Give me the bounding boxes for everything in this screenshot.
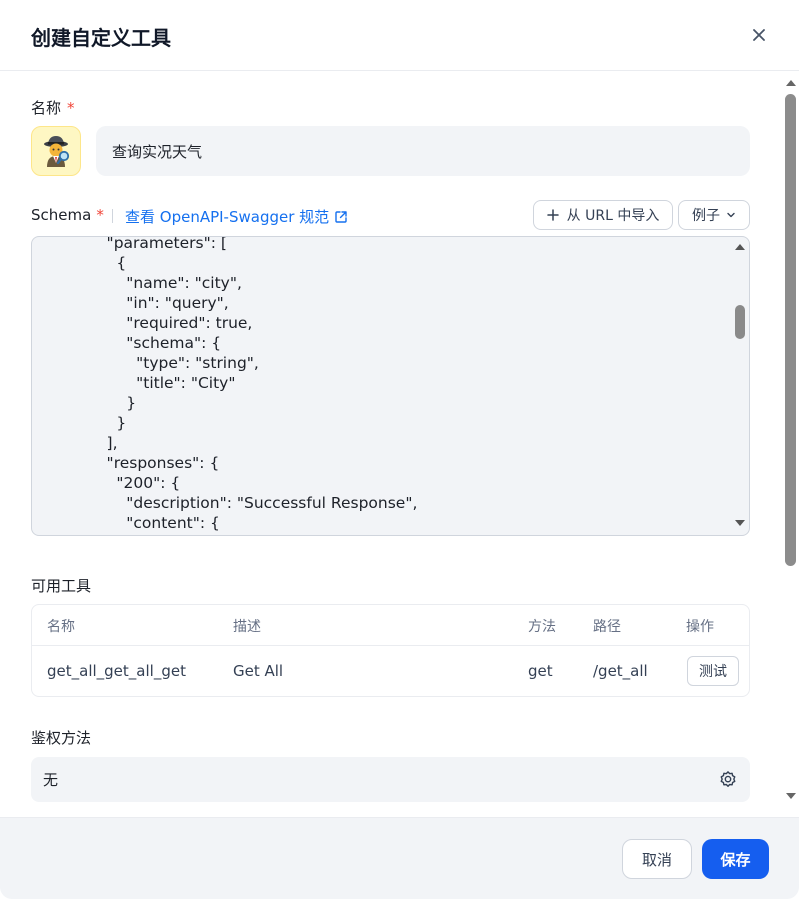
name-label: 名称 * xyxy=(31,99,75,117)
test-button[interactable]: 测试 xyxy=(687,656,739,686)
column-name: 名称 xyxy=(47,619,75,635)
plus-icon xyxy=(546,209,559,221)
tools-table: 名称 描述 方法 路径 操作 get_all_get_all_get Get A… xyxy=(31,604,750,697)
tool-description-cell: Get All xyxy=(233,662,284,680)
import-from-url-button[interactable]: 从 URL 中导入 xyxy=(533,200,673,230)
column-action: 操作 xyxy=(686,619,714,635)
schema-code[interactable]: "parameters": [ { "name": "city", "in": … xyxy=(77,237,418,533)
tool-method-cell: get xyxy=(528,662,553,680)
auth-method-value: 无 xyxy=(43,771,59,789)
scroll-up-arrow[interactable] xyxy=(786,80,796,86)
openapi-spec-link[interactable]: 查看 OpenAPI-Swagger 规范 xyxy=(125,206,348,227)
save-button[interactable]: 保存 xyxy=(702,839,769,879)
column-path: 路径 xyxy=(593,619,621,635)
column-method: 方法 xyxy=(528,619,556,635)
scroll-thumb[interactable] xyxy=(785,94,796,566)
example-dropdown[interactable]: 例子 xyxy=(678,200,750,230)
auth-method-label: 鉴权方法 xyxy=(31,729,92,747)
cancel-button[interactable]: 取消 xyxy=(622,839,692,879)
close-icon[interactable] xyxy=(747,23,771,47)
dialog-body: 名称* Schema* 查看 xyxy=(0,72,783,817)
scroll-down-arrow[interactable] xyxy=(735,520,745,526)
dialog-header: 创建自定义工具 xyxy=(0,0,799,71)
divider xyxy=(112,209,113,223)
available-tools-label: 可用工具 xyxy=(31,577,92,595)
detective-emoji-icon xyxy=(44,136,70,167)
external-link-icon xyxy=(335,210,347,223)
create-custom-tool-dialog: 创建自定义工具 名称 * 查询实况天气 Schema * 查看 OpenAPI-… xyxy=(0,0,799,899)
chevron-down-icon xyxy=(727,212,735,218)
dialog-title: 创建自定义工具 xyxy=(31,26,171,50)
tool-name-cell: get_all_get_all_get xyxy=(47,662,186,680)
editor-scrollbar[interactable] xyxy=(733,237,749,535)
required-mark: * xyxy=(67,99,75,117)
schema-label: Schema * xyxy=(31,206,104,224)
dialog-footer: 取消 保存 xyxy=(0,817,799,899)
tool-name-input[interactable] xyxy=(96,126,750,176)
schema-editor[interactable]: "parameters": [ { "name": "city", "in": … xyxy=(31,236,750,536)
gear-icon[interactable] xyxy=(718,769,738,789)
column-description: 描述 xyxy=(233,619,261,635)
tool-path-cell: /get_all xyxy=(593,662,648,680)
auth-method-selector[interactable]: 无 xyxy=(31,757,750,802)
required-mark: * xyxy=(96,206,104,224)
scroll-up-arrow[interactable] xyxy=(735,244,745,250)
scroll-down-arrow[interactable] xyxy=(786,793,796,799)
tool-avatar[interactable] xyxy=(31,126,81,176)
scroll-thumb[interactable] xyxy=(735,305,745,339)
dialog-scrollbar[interactable] xyxy=(783,72,799,817)
table-header: 名称 描述 方法 路径 操作 xyxy=(32,605,749,646)
